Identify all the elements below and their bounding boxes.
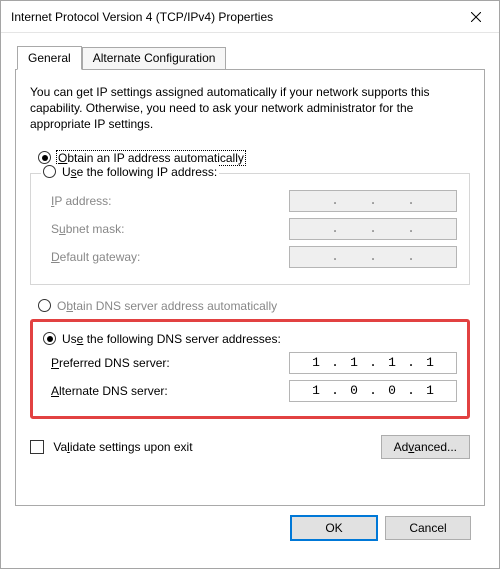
radio-use-following-dns[interactable]: Use the following DNS server addresses: bbox=[43, 332, 457, 346]
field-preferred-dns: Preferred DNS server: 1. 1. 1. 1 bbox=[43, 352, 457, 374]
field-label: Alternate DNS server: bbox=[43, 384, 168, 398]
field-subnet-mask: Subnet mask: ... bbox=[43, 218, 457, 240]
radio-label: Use the following DNS server addresses: bbox=[62, 332, 281, 346]
field-ip-address: IP address: ... bbox=[43, 190, 457, 212]
radio-icon bbox=[43, 165, 56, 178]
radio-icon bbox=[38, 151, 51, 164]
radio-icon bbox=[38, 299, 51, 312]
field-label: Preferred DNS server: bbox=[43, 356, 170, 370]
close-icon bbox=[471, 12, 481, 22]
tab-general[interactable]: General bbox=[17, 46, 82, 70]
ip-address-input: ... bbox=[289, 190, 457, 212]
field-alternate-dns: Alternate DNS server: 1. 0. 0. 1 bbox=[43, 380, 457, 402]
alternate-dns-input[interactable]: 1. 0. 0. 1 bbox=[289, 380, 457, 402]
field-label: Default gateway: bbox=[43, 250, 140, 264]
advanced-button[interactable]: Advanced... bbox=[381, 435, 470, 459]
radio-icon bbox=[43, 332, 56, 345]
subnet-mask-input: ... bbox=[289, 218, 457, 240]
ok-button[interactable]: OK bbox=[291, 516, 377, 540]
radio-use-following-ip[interactable]: Use the following IP address: bbox=[43, 165, 217, 179]
cancel-button[interactable]: Cancel bbox=[385, 516, 471, 540]
dns-highlight-box: Use the following DNS server addresses: … bbox=[30, 319, 470, 419]
checkbox-icon bbox=[30, 440, 44, 454]
ipv4-properties-dialog: Internet Protocol Version 4 (TCP/IPv4) P… bbox=[0, 0, 500, 569]
field-default-gateway: Default gateway: ... bbox=[43, 246, 457, 268]
field-label: IP address: bbox=[43, 194, 112, 208]
bottom-row: Validate settings upon exit Advanced... bbox=[30, 435, 470, 459]
preferred-dns-input[interactable]: 1. 1. 1. 1 bbox=[289, 352, 457, 374]
description-text: You can get IP settings assigned automat… bbox=[30, 84, 470, 133]
radio-label: Use the following IP address: bbox=[62, 165, 217, 179]
dialog-body: General Alternate Configuration You can … bbox=[1, 33, 499, 568]
validate-checkbox[interactable]: Validate settings upon exit bbox=[30, 439, 193, 454]
close-button[interactable] bbox=[453, 2, 499, 32]
dialog-footer: OK Cancel bbox=[15, 506, 485, 554]
radio-label: Obtain DNS server address automatically bbox=[57, 299, 277, 313]
field-label: Subnet mask: bbox=[43, 222, 124, 236]
tab-alternate-configuration[interactable]: Alternate Configuration bbox=[82, 47, 227, 71]
radio-obtain-dns-auto[interactable]: Obtain DNS server address automatically bbox=[38, 299, 470, 313]
window-title: Internet Protocol Version 4 (TCP/IPv4) P… bbox=[11, 10, 453, 24]
default-gateway-input: ... bbox=[289, 246, 457, 268]
radio-label: Obtain an IP address automatically bbox=[57, 151, 245, 165]
tab-panel-general: You can get IP settings assigned automat… bbox=[15, 69, 485, 506]
radio-obtain-ip-auto[interactable]: Obtain an IP address automatically bbox=[38, 151, 470, 165]
titlebar: Internet Protocol Version 4 (TCP/IPv4) P… bbox=[1, 1, 499, 33]
tab-strip: General Alternate Configuration bbox=[17, 46, 485, 70]
checkbox-label: Validate settings upon exit bbox=[53, 440, 192, 454]
ip-address-group: Use the following IP address: IP address… bbox=[30, 173, 470, 285]
